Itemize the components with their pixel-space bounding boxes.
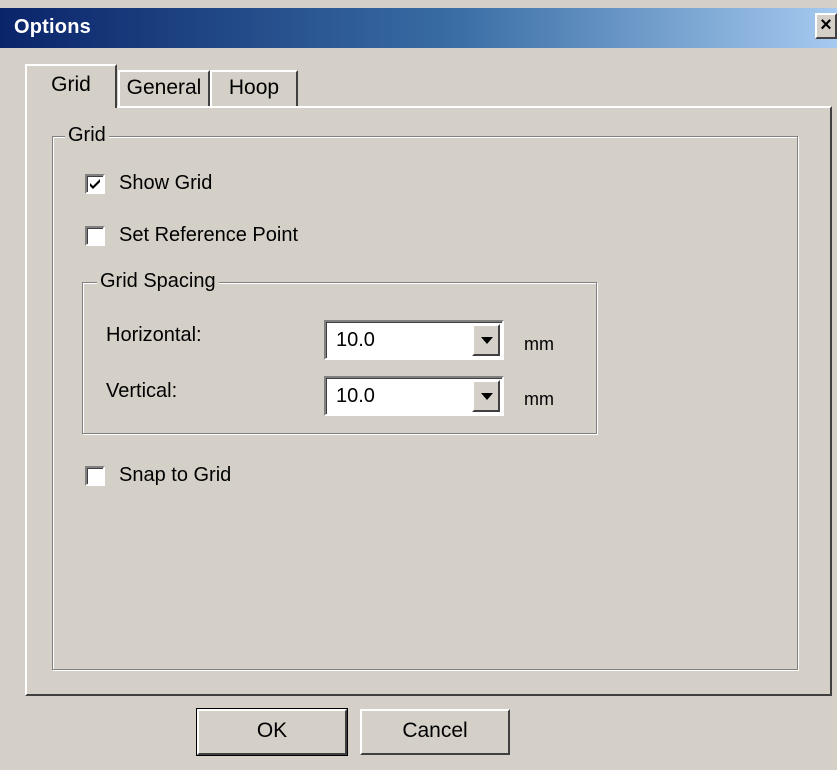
snap-to-grid-checkbox[interactable]: [85, 465, 105, 486]
cancel-button[interactable]: Cancel: [360, 709, 510, 755]
set-reference-point-checkbox[interactable]: [85, 225, 105, 246]
window-title: Options: [14, 16, 91, 38]
horizontal-spacing-value: 10.0: [336, 329, 375, 351]
active-tab-joint: [27, 104, 115, 109]
horizontal-spacing-select[interactable]: 10.0: [324, 320, 504, 360]
snap-to-grid-label: Snap to Grid: [119, 464, 232, 486]
vertical-label: Vertical:: [106, 380, 178, 402]
tab-hoop-label: Hoop: [228, 76, 280, 99]
tab-hoop[interactable]: Hoop: [210, 70, 298, 106]
grid-spacing-group: Grid Spacing Horizontal: 10.0 mm Vertica…: [82, 270, 597, 434]
show-grid-checkbox-row[interactable]: Show Grid: [85, 172, 212, 195]
show-grid-checkbox[interactable]: [85, 173, 105, 194]
close-button[interactable]: ×: [815, 13, 837, 39]
close-icon: ×: [820, 14, 832, 36]
grid-group: Grid Show Grid Set Reference Point Grid …: [52, 124, 798, 670]
horizontal-label: Horizontal:: [106, 324, 202, 346]
ok-button[interactable]: OK: [196, 708, 348, 756]
grid-spacing-legend: Grid Spacing: [97, 270, 219, 293]
chevron-down-icon: [481, 393, 493, 400]
title-bar: Options ×: [0, 8, 837, 48]
checkmark-icon: [90, 178, 100, 189]
tab-general-label: General: [126, 76, 202, 99]
vertical-dropdown-button[interactable]: [472, 380, 500, 412]
chevron-down-icon: [481, 337, 493, 344]
snap-to-grid-checkbox-row[interactable]: Snap to Grid: [85, 464, 231, 487]
ok-button-label: OK: [256, 719, 288, 742]
horizontal-dropdown-button[interactable]: [472, 324, 500, 356]
tab-grid[interactable]: Grid: [25, 64, 117, 108]
vertical-spacing-select[interactable]: 10.0: [324, 376, 504, 416]
set-reference-point-label: Set Reference Point: [119, 224, 298, 246]
grid-group-legend: Grid: [65, 124, 109, 147]
horizontal-unit: mm: [524, 334, 554, 354]
cancel-button-label: Cancel: [402, 719, 468, 742]
tab-grid-label: Grid: [51, 73, 91, 96]
show-grid-label: Show Grid: [119, 172, 213, 194]
set-reference-point-checkbox-row[interactable]: Set Reference Point: [85, 224, 298, 247]
tab-general[interactable]: General: [118, 70, 210, 106]
vertical-spacing-value: 10.0: [336, 385, 375, 407]
vertical-unit: mm: [524, 389, 554, 409]
